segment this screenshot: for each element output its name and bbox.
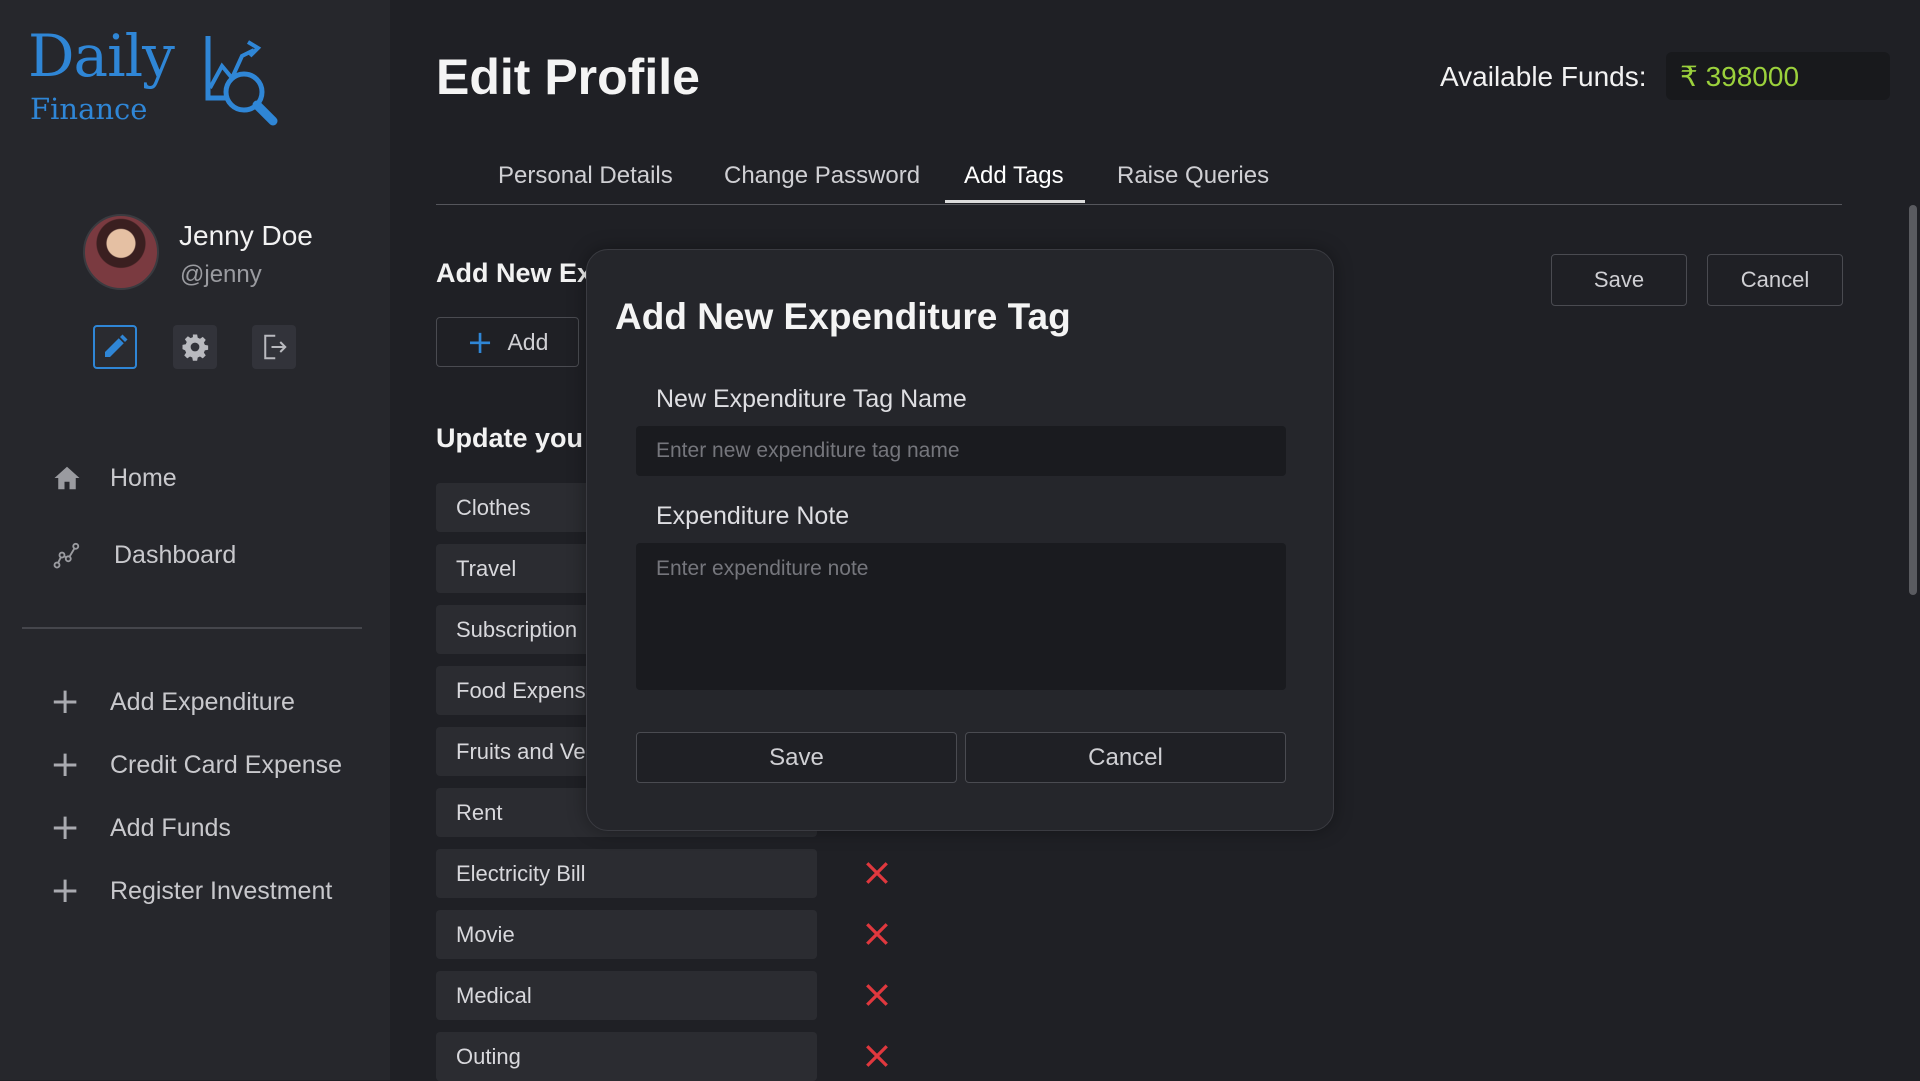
pencil-icon (105, 334, 128, 357)
modal-save-button[interactable]: Save (636, 732, 957, 783)
close-icon (866, 1045, 888, 1067)
sidebar-item-label: Dashboard (114, 540, 237, 569)
sidebar-item-label: Add Funds (110, 813, 231, 842)
sidebar-divider (22, 627, 362, 629)
funds-label: Available Funds: (1440, 61, 1647, 92)
gear-icon (182, 334, 209, 361)
modal-cancel-button[interactable]: Cancel (965, 732, 1286, 783)
tab-add-tags[interactable]: Add Tags (964, 162, 1064, 190)
sidebar-item-dashboard[interactable]: Dashboard (50, 538, 236, 572)
close-icon (866, 984, 888, 1006)
chart-magnifier-icon (205, 36, 278, 126)
plus-icon: + (50, 681, 81, 722)
scrollbar[interactable] (1909, 205, 1917, 595)
delete-tag-button[interactable] (862, 980, 892, 1010)
sidebar-item-add-expenditure[interactable]: + Add Expenditure (50, 681, 295, 722)
sidebar-item-label: Add Expenditure (110, 687, 295, 716)
settings-button[interactable] (173, 325, 217, 369)
tag-name-label: New Expenditure Tag Name (656, 385, 967, 413)
profile-name: Jenny Doe (179, 220, 313, 251)
add-tag-section-title: Add New Ex (436, 258, 593, 288)
sidebar: Daily Finance Jenny Doe @jenny Home Dash… (0, 0, 390, 1080)
add-tag-modal: Add New Expenditure Tag New Expenditure … (586, 249, 1334, 831)
sidebar-item-label: Credit Card Expense (110, 750, 343, 779)
tag-row[interactable]: Medical (436, 971, 817, 1020)
delete-tag-button[interactable] (862, 919, 892, 949)
logo-daily-text: Daily (28, 22, 175, 90)
sidebar-item-credit-card-expense[interactable]: + Credit Card Expense (50, 744, 343, 785)
tag-name-input[interactable] (636, 426, 1286, 476)
plus-icon: + (50, 744, 81, 785)
add-tag-button[interactable]: + Add (436, 317, 579, 367)
close-icon (866, 923, 888, 945)
plus-icon: + (50, 807, 81, 848)
tab-change-password[interactable]: Change Password (724, 162, 920, 190)
cancel-button[interactable]: Cancel (1707, 254, 1843, 306)
active-tab-indicator (945, 200, 1085, 203)
tag-row[interactable]: Movie (436, 910, 817, 959)
delete-tag-button[interactable] (862, 858, 892, 888)
tab-raise-queries[interactable]: Raise Queries (1117, 162, 1269, 190)
sidebar-item-label: Register Investment (110, 876, 333, 905)
modal-title: Add New Expenditure Tag (615, 296, 1071, 337)
logout-button[interactable] (252, 325, 296, 369)
sidebar-item-label: Home (110, 463, 177, 492)
save-button[interactable]: Save (1551, 254, 1687, 306)
profile-tabs: Personal Details Change Password Add Tag… (436, 150, 1842, 205)
close-icon (866, 862, 888, 884)
app-logo[interactable]: Daily Finance (28, 22, 288, 132)
tab-personal-details[interactable]: Personal Details (498, 162, 673, 190)
profile-handle: @jenny (180, 261, 262, 288)
logo-finance-text: Finance (30, 92, 148, 126)
logout-icon (264, 334, 287, 360)
sidebar-item-register-investment[interactable]: + Register Investment (50, 870, 333, 911)
graph-icon (50, 538, 84, 572)
page-title: Edit Profile (436, 49, 700, 105)
delete-tag-button[interactable] (862, 1041, 892, 1071)
note-textarea[interactable] (636, 543, 1286, 690)
edit-profile-button[interactable] (93, 325, 137, 369)
add-tag-button-label: Add (507, 328, 549, 355)
plus-icon: + (466, 323, 494, 361)
avatar[interactable] (83, 214, 159, 290)
plus-icon: + (50, 870, 81, 911)
home-icon (50, 461, 84, 495)
sidebar-item-add-funds[interactable]: + Add Funds (50, 807, 231, 848)
tag-row[interactable]: Outing (436, 1032, 817, 1081)
note-label: Expenditure Note (656, 502, 850, 530)
update-tags-section-title: Update you (436, 423, 584, 453)
tag-row[interactable]: Electricity Bill (436, 849, 817, 898)
sidebar-item-home[interactable]: Home (50, 461, 177, 495)
funds-value: ₹ 398000 (1666, 52, 1890, 100)
